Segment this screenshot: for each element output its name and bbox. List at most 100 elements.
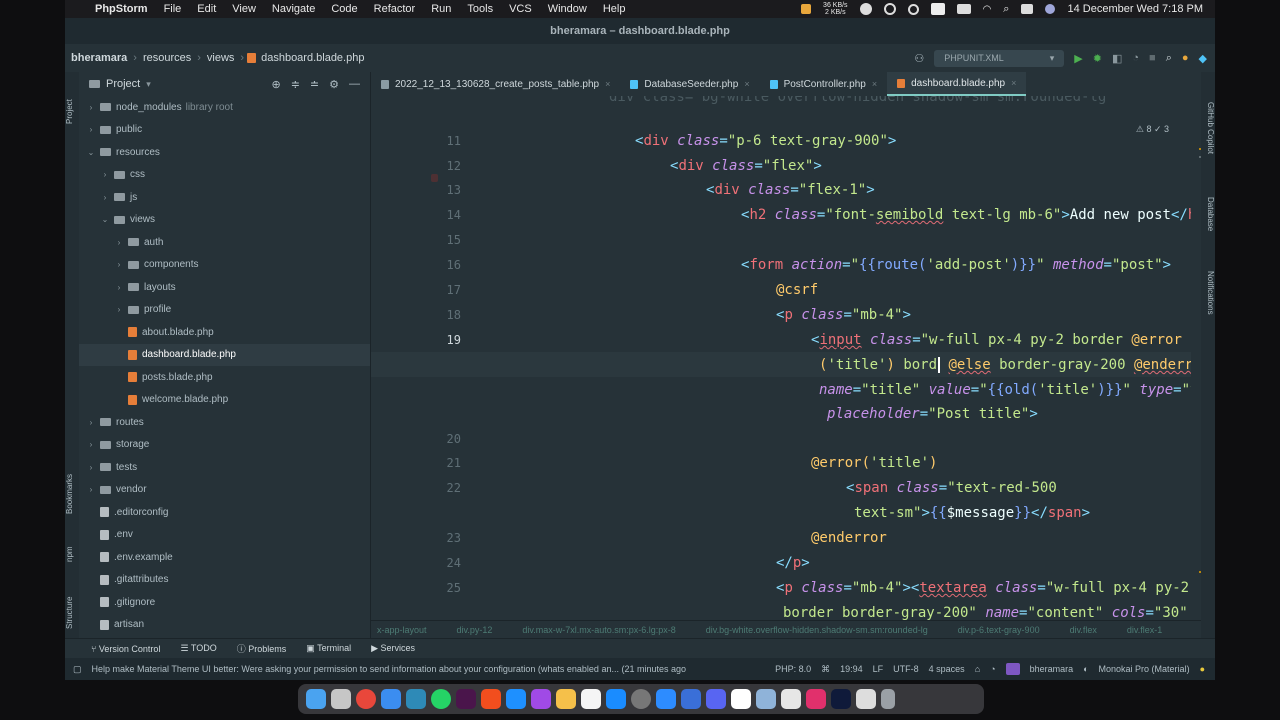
settings-icon[interactable] [631, 689, 651, 709]
jetbrains-icon[interactable]: ◆ [1199, 52, 1207, 65]
php-version[interactable]: PHP: 8.0 [775, 664, 811, 674]
lock-icon[interactable]: ⌂ [975, 664, 980, 674]
app-store-icon[interactable] [606, 689, 626, 709]
tree-item[interactable]: › node_modules library root [79, 96, 370, 119]
chevron-right-icon[interactable]: › [113, 283, 125, 292]
editor-tab[interactable]: 2022_12_13_130628_create_posts_table.php… [371, 72, 620, 96]
chevron-right-icon[interactable]: › [113, 238, 125, 247]
structure-crumb[interactable]: x-app-layout [377, 625, 427, 635]
tree-item[interactable]: › profile [79, 299, 370, 322]
launchpad-icon[interactable] [331, 689, 351, 709]
close-icon[interactable]: × [1011, 78, 1016, 88]
safari-icon[interactable] [381, 689, 401, 709]
structure-crumb[interactable]: div.max-w-7xl.mx-auto.sm:px-6.lg:px-8 [522, 625, 675, 635]
search-icon[interactable]: ⌕ [1003, 3, 1009, 16]
chevron-right-icon[interactable]: › [85, 440, 97, 449]
tree-item[interactable]: dashboard.blade.php [79, 343, 370, 366]
instagram-icon[interactable] [806, 689, 826, 709]
structure-crumb[interactable]: div.p-6.text-gray-900 [958, 625, 1040, 635]
copilot-icon[interactable]: ◔ [990, 664, 995, 674]
coverage-icon[interactable]: ◧ [1112, 52, 1122, 65]
project-panel-title[interactable]: Project [106, 78, 140, 90]
tree-item[interactable]: › components [79, 254, 370, 277]
tool-services[interactable]: ▶ Services [371, 643, 415, 654]
record-icon[interactable] [883, 3, 896, 15]
tree-item[interactable]: .gitignore [79, 591, 370, 614]
editor-tab[interactable]: PostController.php × [760, 72, 888, 96]
menu-view[interactable]: View [232, 3, 256, 15]
tree-item[interactable]: › storage [79, 434, 370, 457]
menu-file[interactable]: File [164, 3, 182, 15]
battery-app-icon[interactable] [801, 4, 812, 14]
figma-icon[interactable] [481, 689, 501, 709]
chevron-right-icon[interactable]: › [85, 103, 97, 112]
breadcrumb-resources[interactable]: resources [137, 52, 197, 64]
user-icon[interactable]: ⚇ [914, 52, 924, 65]
stop-icon[interactable]: ■ [1149, 52, 1156, 64]
menu-refactor[interactable]: Refactor [374, 3, 416, 15]
chevron-down-icon[interactable]: ⌄ [85, 148, 97, 157]
trash-icon[interactable] [881, 689, 895, 709]
reader-mode-icon[interactable]: ⌘ [821, 664, 830, 675]
tree-item[interactable]: about.blade.php [79, 321, 370, 344]
tree-item[interactable]: artisan [79, 614, 370, 637]
tree-item[interactable]: › layouts [79, 276, 370, 299]
tool-github-copilot[interactable]: GitHub Copilot [1201, 80, 1215, 176]
chevron-right-icon[interactable]: › [85, 485, 97, 494]
tree-item[interactable]: posts.blade.php [79, 366, 370, 389]
project-name[interactable]: bheramara [1030, 664, 1074, 674]
editor-tab[interactable]: dashboard.blade.php × [887, 72, 1027, 96]
chevron-right-icon[interactable]: › [113, 260, 125, 269]
tool-version-control[interactable]: ⑂ Version Control [91, 644, 160, 654]
close-icon[interactable]: × [744, 79, 749, 89]
chrome-icon[interactable] [356, 689, 376, 709]
tool-bookmarks[interactable]: Bookmarks [65, 464, 79, 524]
structure-crumb[interactable]: div.py-12 [457, 625, 493, 635]
theme-name[interactable]: Monokai Pro (Material) [1099, 664, 1190, 674]
notion-icon[interactable] [731, 689, 751, 709]
indent-setting[interactable]: 4 spaces [929, 664, 965, 674]
preview-icon[interactable] [756, 689, 776, 709]
tree-item[interactable]: › css [79, 164, 370, 187]
gear-icon[interactable]: ⚙ [329, 78, 339, 91]
phpstorm-icon[interactable] [531, 689, 551, 709]
siri-icon[interactable] [1045, 4, 1056, 14]
tree-item[interactable]: › js [79, 186, 370, 209]
mail-icon[interactable] [506, 689, 526, 709]
notification-icon[interactable]: ▢ [73, 664, 82, 675]
chevron-right-icon[interactable]: › [85, 463, 97, 472]
tool-notifications[interactable]: Notifications [1201, 254, 1215, 332]
menu-app-name[interactable]: PhpStorm [95, 3, 148, 15]
tree-item[interactable]: ⌄ views [79, 209, 370, 232]
file-encoding[interactable]: UTF-8 [893, 664, 919, 674]
status-message[interactable]: Help make Material Theme UI better: Were… [92, 664, 686, 674]
menu-edit[interactable]: Edit [197, 3, 216, 15]
tree-item[interactable]: .env [79, 524, 370, 547]
tool-database[interactable]: Database [1201, 184, 1215, 244]
close-icon[interactable]: × [872, 79, 877, 89]
tree-item[interactable]: › tests [79, 456, 370, 479]
tree-item[interactable]: ⌄ resources [79, 141, 370, 164]
calendar-icon[interactable] [581, 689, 601, 709]
tree-item[interactable]: › public [79, 119, 370, 142]
tool-structure[interactable]: Structure [65, 588, 79, 638]
menu-help[interactable]: Help [603, 3, 626, 15]
textedit-icon[interactable] [781, 689, 801, 709]
collapse-all-icon[interactable]: ≐ [310, 78, 319, 91]
target-icon[interactable] [907, 3, 919, 15]
tool-problems[interactable]: ⓘ Problems [237, 642, 287, 655]
tool-project[interactable]: Project [65, 92, 79, 132]
breadcrumb-views[interactable]: views [201, 52, 241, 64]
cloud-icon[interactable] [859, 3, 872, 15]
chevron-right-icon[interactable]: › [85, 125, 97, 134]
tool-todo[interactable]: ☰ TODO [180, 643, 216, 654]
breadcrumb-file[interactable]: dashboard.blade.php [261, 52, 370, 64]
tool-npm[interactable]: npm [65, 542, 79, 566]
chevron-right-icon[interactable]: › [99, 170, 111, 179]
whatsapp-icon[interactable] [431, 689, 451, 709]
caret-position[interactable]: 19:94 [840, 664, 863, 674]
locate-icon[interactable]: ⊕ [271, 78, 280, 91]
vscode-icon[interactable] [681, 689, 701, 709]
debug-icon[interactable]: ✹ [1093, 52, 1102, 65]
calculator-icon[interactable] [856, 689, 876, 709]
